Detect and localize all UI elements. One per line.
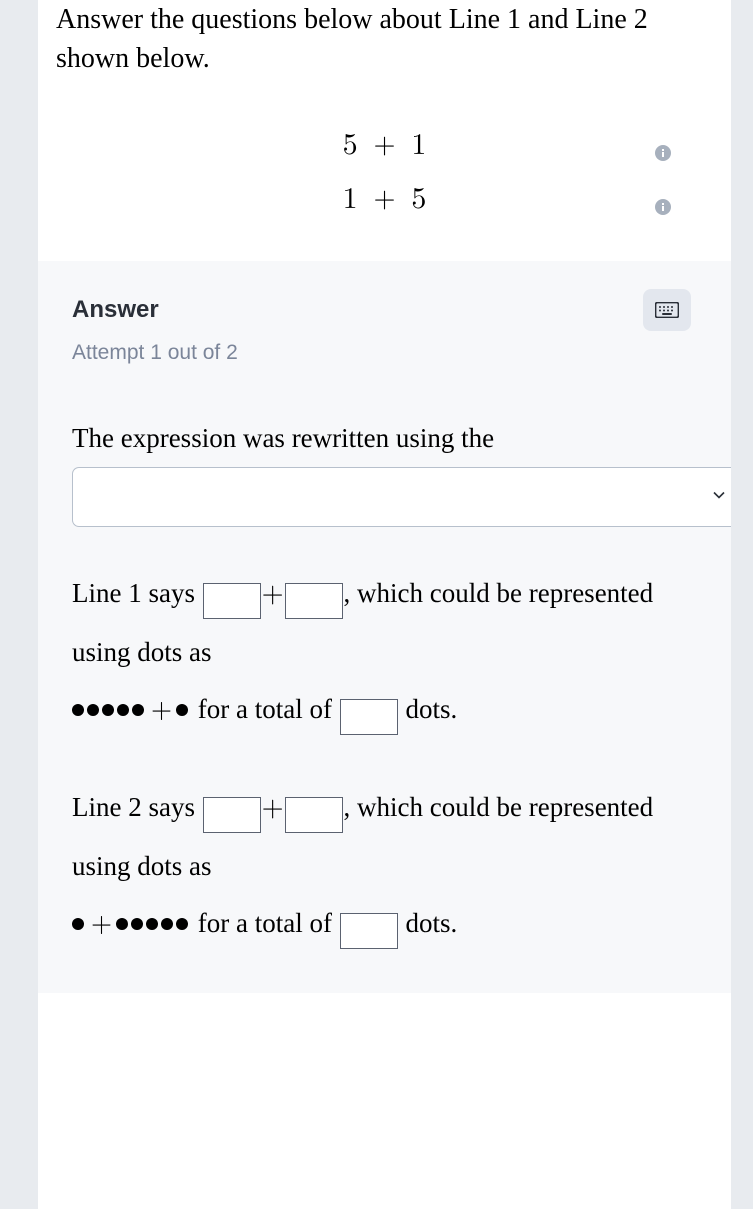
math-line2-b: 5 [411,184,426,214]
line1-lead: Line 1 says [72,578,202,608]
property-select[interactable] [72,467,731,527]
math-display: 5 + 1 1 + 5 [38,118,731,226]
total-label: for a total of [191,908,339,938]
plus-icon: + [262,779,284,838]
line1-block: Line 1 says +, which could be represente… [72,565,703,739]
dots-suffix: dots. [399,908,458,938]
answer-header: Answer [72,289,703,331]
math-line2-op: + [368,185,402,213]
plus-icon: + [262,565,284,624]
property-select-wrap [72,467,731,527]
math-line1-op: + [368,131,402,159]
total-label: for a total of [191,694,339,724]
info-icon[interactable] [655,137,671,153]
math-line2-a: 1 [343,184,358,214]
math-line-2: 1 + 5 [38,172,731,226]
line1-total-fill[interactable] [340,699,398,735]
dots-suffix: dots. [399,694,458,724]
line1-dots: + [72,694,191,724]
math-line-1: 5 + 1 [38,118,731,172]
math-line1-a: 5 [343,130,358,160]
line2-lead: Line 2 says [72,792,202,822]
question-card: Answer the questions below about Line 1 … [38,0,731,1209]
info-icon[interactable] [655,191,671,207]
lead-sentence: The expression was rewritten using the [72,410,703,467]
question-prompt: Answer the questions below about Line 1 … [38,0,731,108]
line2-dots: + [72,908,191,938]
line1-fill-a[interactable] [203,583,261,619]
line1-fill-b[interactable] [285,583,343,619]
math-line1-b: 1 [411,130,426,160]
keyboard-icon [655,302,679,318]
line2-fill-b[interactable] [285,797,343,833]
line2-total-fill[interactable] [340,913,398,949]
line2-block: Line 2 says +, which could be represente… [72,779,703,953]
keyboard-button[interactable] [643,289,691,331]
answer-panel: Answer Attempt 1 out of 2 The expression… [38,261,731,993]
answer-label: Answer [72,296,159,324]
attempt-text: Attempt 1 out of 2 [72,341,703,365]
line2-fill-a[interactable] [203,797,261,833]
